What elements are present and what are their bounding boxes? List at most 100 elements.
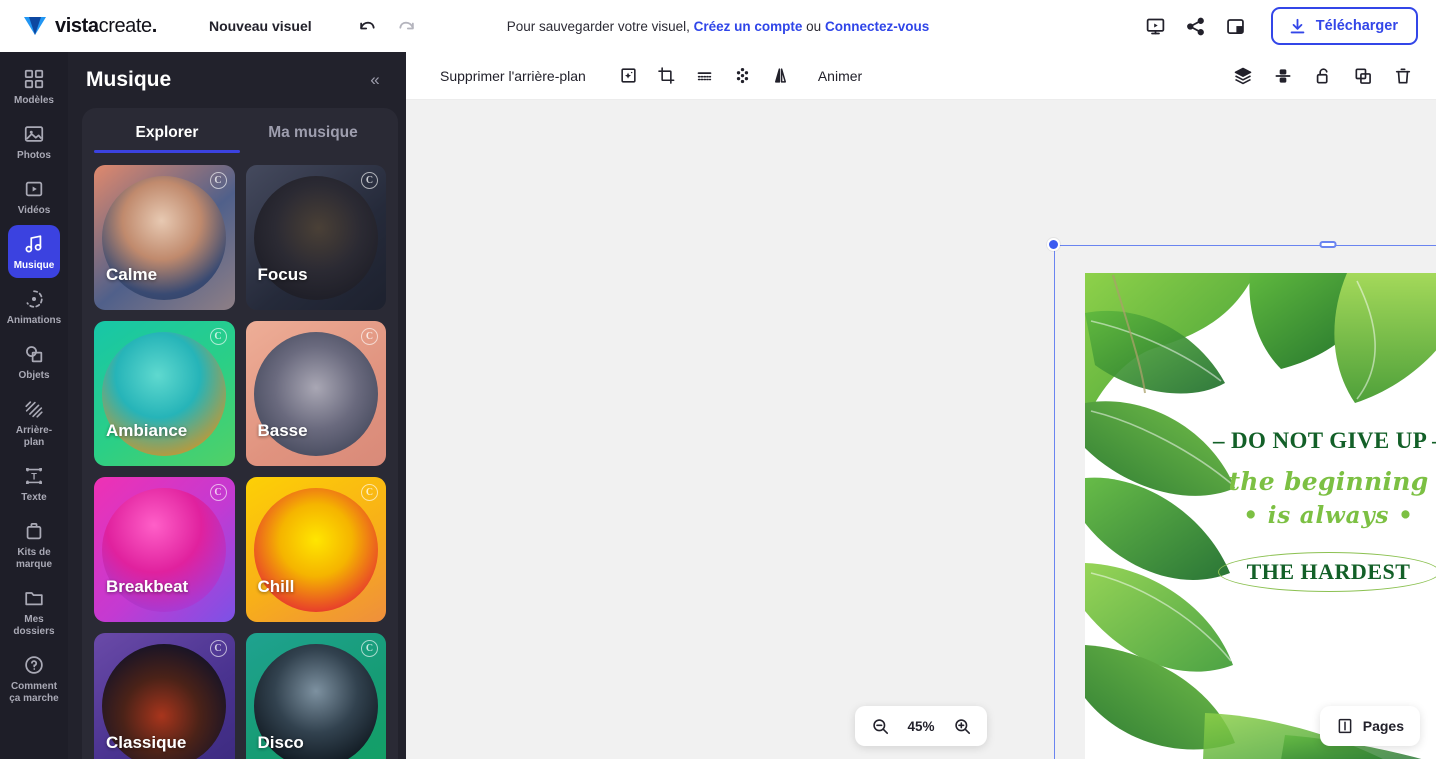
sidebar-label: Musique xyxy=(13,260,55,271)
question-circle-icon xyxy=(23,654,45,676)
sidebar-item-modeles[interactable]: Modèles xyxy=(8,60,60,113)
background-icon xyxy=(23,398,45,420)
animate-button[interactable]: Animer xyxy=(808,61,872,91)
music-card[interactable]: C Ambiance xyxy=(94,321,235,466)
music-card[interactable]: C Classique xyxy=(94,633,235,759)
canvas-viewport[interactable]: – DO NOT GIVE UP – the beginning • is al… xyxy=(406,100,1436,759)
zoom-level-value[interactable]: 45% xyxy=(901,719,941,734)
card-label: Ambiance xyxy=(106,421,188,440)
collapse-panel-button[interactable]: « xyxy=(360,65,390,95)
sidebar-label: Animations xyxy=(6,315,62,326)
sidebar-label: Kits de marque xyxy=(15,547,53,570)
sidebar-item-musique[interactable]: Musique xyxy=(8,225,60,278)
sidebar-item-videos[interactable]: Vidéos xyxy=(8,170,60,223)
pages-icon xyxy=(1336,717,1354,735)
enhance-icon[interactable] xyxy=(612,59,646,93)
sidebar-item-texte[interactable]: T Texte xyxy=(8,457,60,510)
vistacreate-logo[interactable]: vistacreate. xyxy=(0,15,157,38)
music-card[interactable]: C Disco xyxy=(245,633,386,759)
download-button[interactable]: Télécharger xyxy=(1270,7,1418,45)
copyright-icon: C xyxy=(209,328,227,345)
tab-ma-musique[interactable]: Ma musique xyxy=(240,108,386,153)
copyright-icon: C xyxy=(361,328,378,345)
redo-button[interactable] xyxy=(390,9,424,43)
grid-icon xyxy=(23,68,45,90)
toolbar-icon-group xyxy=(612,59,798,93)
music-panel-header: Musique « xyxy=(68,52,406,108)
crop-icon[interactable] xyxy=(650,59,684,93)
sidebar-label: Modèles xyxy=(13,95,54,106)
save-prompt: Pour sauvegarder votre visuel, Créez un … xyxy=(507,19,929,34)
sidebar-label: Mes dossiers xyxy=(13,614,55,637)
save-prompt-or: ou xyxy=(806,18,822,34)
sidebar-item-objets[interactable]: Objets xyxy=(8,335,60,388)
card-label: Disco xyxy=(257,733,304,752)
svg-text:T: T xyxy=(31,472,37,482)
logo-thin: create xyxy=(98,14,153,37)
sidebar-item-arriere-plan[interactable]: Arrière-plan xyxy=(8,390,60,455)
music-card[interactable]: C Chill xyxy=(245,477,386,622)
resize-handle-top-left[interactable] xyxy=(1047,238,1060,251)
card-label: Classique xyxy=(106,733,187,752)
save-prompt-text: Pour sauvegarder votre visuel, xyxy=(506,18,690,34)
quote-line-4: THE HARDEST xyxy=(1246,559,1411,584)
shapes-icon xyxy=(23,343,45,365)
music-card[interactable]: C Focus xyxy=(245,165,386,310)
present-button[interactable] xyxy=(1139,9,1173,43)
card-label: Chill xyxy=(257,577,295,596)
share-button[interactable] xyxy=(1179,9,1213,43)
login-link[interactable]: Connectez-vous xyxy=(825,19,929,34)
shadow-icon[interactable] xyxy=(688,59,722,93)
vistacreate-editor: vistacreate. Nouveau visuel Pour sauvega… xyxy=(0,0,1436,759)
pages-label: Pages xyxy=(1362,718,1404,734)
card-label: Focus xyxy=(257,265,308,284)
sidebar-item-comment-ca-marche[interactable]: Comment ça marche xyxy=(8,646,60,711)
tab-explorer[interactable]: Explorer xyxy=(94,108,240,153)
document-title[interactable]: Nouveau visuel xyxy=(201,13,320,39)
copyright-icon: C xyxy=(361,484,378,501)
sidebar-item-animations[interactable]: Animations xyxy=(6,280,62,333)
align-icon[interactable] xyxy=(1266,59,1300,93)
undo-button[interactable] xyxy=(350,9,384,43)
resize-handle-top[interactable] xyxy=(1319,241,1336,248)
sidebar-item-mes-dossiers[interactable]: Mes dossiers xyxy=(8,579,60,644)
zoom-out-button[interactable] xyxy=(863,709,897,743)
music-card[interactable]: C Basse xyxy=(245,321,386,466)
app-header: vistacreate. Nouveau visuel Pour sauvega… xyxy=(0,0,1436,52)
animation-icon xyxy=(23,288,45,310)
briefcase-icon xyxy=(23,520,45,542)
video-icon xyxy=(23,178,45,200)
remove-background-button[interactable]: Supprimer l'arrière-plan xyxy=(430,61,596,91)
trash-icon[interactable] xyxy=(1386,59,1420,93)
copyright-icon: C xyxy=(209,640,227,657)
transparency-icon[interactable] xyxy=(726,59,760,93)
duplicate-icon[interactable] xyxy=(1346,59,1380,93)
zoom-in-button[interactable] xyxy=(945,709,979,743)
card-label: Basse xyxy=(257,421,308,440)
left-rail: Modèles Photos Vidéos Musique Animations… xyxy=(0,52,68,759)
pages-button[interactable]: Pages xyxy=(1319,706,1420,746)
flip-icon[interactable] xyxy=(764,59,798,93)
vistacreate-logo-icon xyxy=(22,15,48,37)
create-account-link[interactable]: Créez un compte xyxy=(694,19,803,34)
music-card[interactable]: C Breakbeat xyxy=(94,477,235,622)
resize-button[interactable] xyxy=(1219,9,1253,43)
layers-icon[interactable] xyxy=(1226,59,1260,93)
zoom-control: 45% xyxy=(855,706,987,746)
sidebar-item-kits-de-marque[interactable]: Kits de marque xyxy=(8,512,60,577)
sidebar-item-photos[interactable]: Photos xyxy=(8,115,60,168)
music-card[interactable]: C Calme xyxy=(94,165,235,310)
canvas-stage: Supprimer l'arrière-plan Animer – DO NOT… xyxy=(406,52,1436,759)
quote-line-2: the beginning xyxy=(1228,467,1429,496)
copyright-icon: C xyxy=(209,484,227,501)
lock-icon[interactable] xyxy=(1306,59,1340,93)
music-tabs: Explorer Ma musique xyxy=(94,108,386,153)
sidebar-label: Arrière-plan xyxy=(15,425,53,448)
logo-bold: vista xyxy=(55,14,99,37)
music-panel-content: Explorer Ma musique C Calme C Focus C Am… xyxy=(82,108,398,759)
quote-line-1: – DO NOT GIVE UP – xyxy=(1212,428,1436,453)
sidebar-label: Comment ça marche xyxy=(9,681,59,704)
toolbar-right-group xyxy=(1226,59,1420,93)
music-note-icon xyxy=(23,233,45,255)
design-quote-block[interactable]: – DO NOT GIVE UP – the beginning • is al… xyxy=(1085,428,1436,592)
